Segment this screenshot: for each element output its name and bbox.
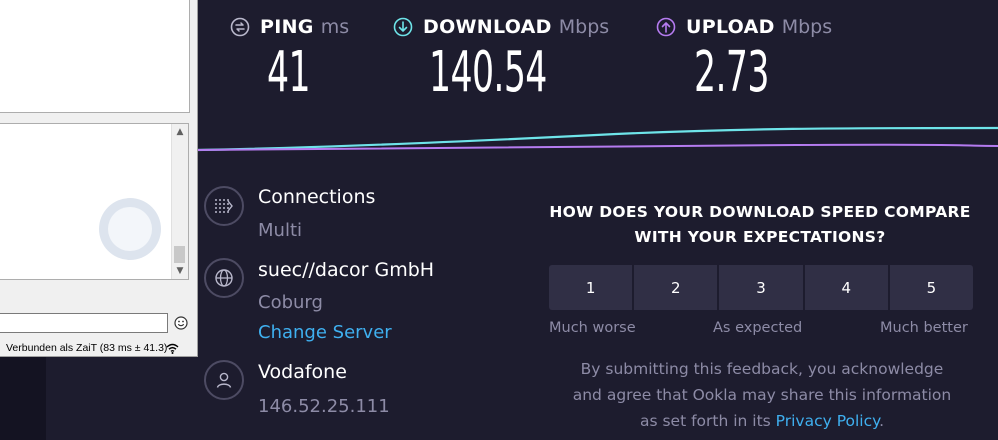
disclaimer-line: By submitting this feedback, you acknowl… (580, 360, 944, 378)
user-icon (204, 360, 244, 400)
scroll-down-arrow-icon[interactable]: ▼ (172, 263, 188, 279)
download-value: 140.54 (429, 40, 547, 105)
chat-log-scrollbar[interactable]: ▲ ▼ (171, 124, 188, 279)
scroll-up-arrow-icon[interactable]: ▲ (172, 124, 188, 140)
rating-label-low: Much worse (549, 320, 636, 336)
rating-button-1[interactable]: 1 (549, 265, 635, 310)
server-location: Coburg (258, 292, 323, 313)
disclaimer-line: and agree that Ookla may share this info… (572, 386, 952, 404)
channel-pane (0, 0, 190, 113)
download-arrow-icon (393, 17, 413, 37)
emoji-smiley-icon[interactable] (174, 316, 188, 330)
feedback-question-line: HOW DOES YOUR DOWNLOAD SPEED COMPARE (549, 203, 971, 221)
scrollbar-thumb[interactable] (174, 246, 185, 263)
chat-input[interactable] (0, 313, 168, 333)
server-host: suec//dacor GmbH (258, 259, 435, 281)
speed-graph (196, 126, 998, 152)
connections-icon (204, 186, 244, 226)
feedback-question: HOW DOES YOUR DOWNLOAD SPEED COMPARE WIT… (540, 200, 980, 250)
feedback-question-line: WITH YOUR EXPECTATIONS? (634, 228, 886, 246)
privacy-policy-link[interactable]: Privacy Policy (776, 412, 879, 430)
ping-header: PING ms (230, 16, 349, 38)
disclaimer-line: as set forth in its Privacy Policy. (548, 408, 976, 434)
rating-button-2[interactable]: 2 (634, 265, 720, 310)
rating-scale: 1 2 3 4 5 (549, 265, 973, 310)
desktop-background (0, 355, 46, 440)
download-label: DOWNLOAD (423, 16, 552, 38)
loading-spinner-icon (99, 198, 161, 260)
connections-value: Multi (258, 220, 302, 241)
chat-window: ▲ ▼ Verbunden als ZaiT (83 ms ± 41.3) (0, 0, 198, 357)
upload-label: UPLOAD (686, 16, 775, 38)
upload-header: UPLOAD Mbps (656, 16, 832, 38)
ping-label: PING (260, 16, 314, 38)
connections-label: Connections (258, 186, 376, 208)
rating-button-5[interactable]: 5 (889, 265, 973, 310)
connection-status-text: Verbunden als ZaiT (83 ms ± 41.3) (6, 342, 168, 354)
disclaimer-prefix: as set forth in its (639, 412, 771, 430)
chat-log-pane: ▲ ▼ (0, 123, 189, 280)
upload-value: 2.73 (694, 40, 769, 105)
download-header: DOWNLOAD Mbps (393, 16, 609, 38)
ping-unit: ms (320, 16, 350, 38)
rating-button-4[interactable]: 4 (804, 265, 890, 310)
change-server-link[interactable]: Change Server (258, 322, 392, 343)
rating-label-mid: As expected (713, 320, 803, 336)
globe-icon (204, 258, 244, 298)
isp-name: Vodafone (258, 361, 347, 383)
signal-strength-icon (166, 343, 179, 354)
rating-label-high: Much better (880, 320, 968, 336)
rating-button-3[interactable]: 3 (719, 265, 805, 310)
ping-icon (230, 17, 250, 37)
upload-arrow-icon (656, 17, 676, 37)
ping-value: 41 (267, 40, 311, 105)
feedback-disclaimer: By submitting this feedback, you acknowl… (548, 356, 976, 434)
upload-unit: Mbps (781, 16, 833, 38)
isp-ip: 146.52.25.111 (258, 396, 390, 417)
disclaimer-suffix: . (879, 412, 885, 430)
download-unit: Mbps (558, 16, 610, 38)
